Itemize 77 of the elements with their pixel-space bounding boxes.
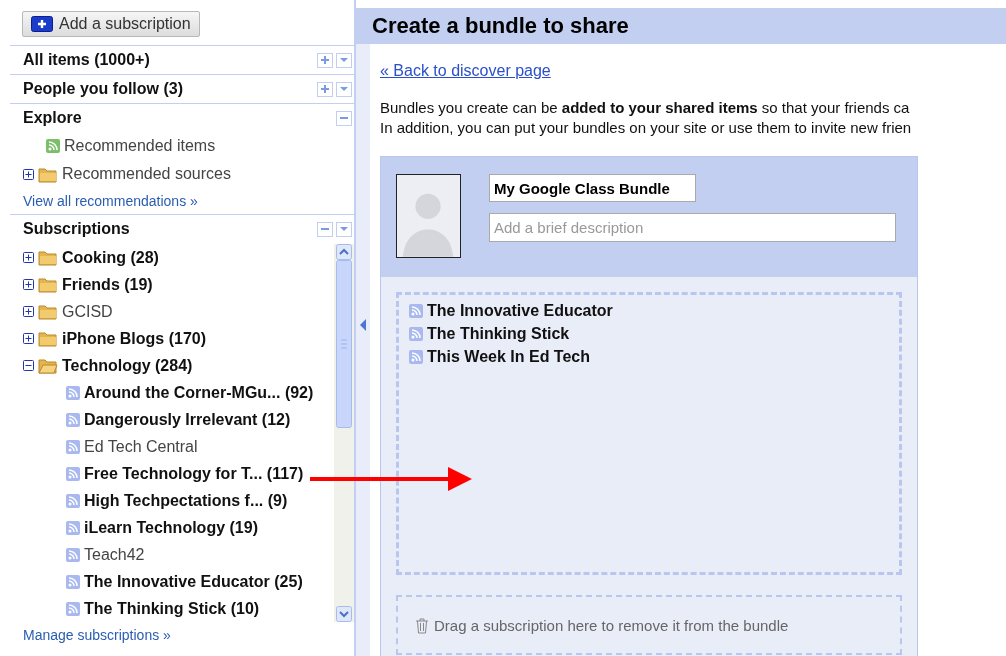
scrollbar[interactable] [334,244,354,622]
feed-label[interactable]: The Innovative Educator (25) [84,572,303,591]
page-title: Create a bundle to share [356,8,1006,44]
intro-text: In addition, you can put your bundles on your site or use them to invite new frien [380,119,912,136]
caret-icon [339,55,349,65]
section-title[interactable]: People you follow (3) [23,80,183,98]
folder-label[interactable]: GCISD [62,302,113,321]
open-folder-icon [38,357,58,374]
feed-icon [66,385,80,400]
section-title[interactable]: All items (1000+) [23,51,150,69]
folder-icon [38,303,58,320]
add-button[interactable] [317,81,333,97]
folder-label[interactable]: Cooking (28) [62,248,159,267]
feed-label[interactable]: Ed Tech Central [84,437,198,456]
expand-icon[interactable] [23,252,34,263]
feed-label[interactable]: High Techpectations f... (9) [84,491,288,510]
description-field[interactable]: Add a brief description [489,213,896,242]
feed-icon [46,139,60,153]
folder-icon [38,330,58,347]
scroll-thumb[interactable] [336,260,352,428]
collapse-icon[interactable] [23,360,34,371]
bundle-feed-label[interactable]: The Innovative Educator [427,301,613,320]
view-recommendations-link[interactable]: View all recommendations » [23,193,198,209]
feed-icon [66,466,80,481]
folder-label[interactable]: Recommended sources [62,165,231,183]
bundle-feed-label[interactable]: This Week In Ed Tech [427,347,590,366]
feed-icon [409,326,423,341]
folder-icon [38,165,58,183]
manage-subscriptions-link[interactable]: Manage subscriptions » [23,627,171,643]
bundle-feed-label[interactable]: The Thinking Stick [427,324,570,343]
feed-icon [409,349,423,364]
caret-icon [339,224,349,234]
collapse-button[interactable] [317,221,333,237]
feed-icon [409,303,423,318]
feed-icon [66,520,80,535]
feed-label[interactable]: The Thinking Stick (10) [84,599,260,618]
feed-label[interactable]: Free Technology for T... (117) [84,464,304,483]
folder-label[interactable]: iPhone Blogs (170) [62,329,207,348]
dropdown-button[interactable] [336,221,352,237]
section-title[interactable]: Explore [23,109,82,127]
back-link[interactable]: « Back to discover page [380,62,551,79]
dropdown-button[interactable] [336,81,352,97]
folder-label[interactable]: Friends (19) [62,275,153,294]
feed-label[interactable]: Recommended items [64,137,216,155]
feed-label[interactable]: iLearn Technology (19) [84,518,258,537]
plus-icon [31,16,53,32]
folder-icon [38,249,58,266]
feed-icon [66,601,80,616]
expand-icon[interactable] [23,279,34,290]
collapse-button[interactable] [336,110,352,126]
caret-icon [339,84,349,94]
bundle-name-field[interactable]: My Google Class Bundle [489,174,696,202]
expand-icon[interactable] [23,168,34,180]
plus-icon [320,84,330,94]
feed-icon [66,412,80,427]
expand-icon[interactable] [23,306,34,317]
scroll-up-icon[interactable] [336,244,352,260]
section-title[interactable]: Subscriptions [23,220,130,238]
collapse-sidebar-icon[interactable] [360,319,366,331]
folder-label[interactable]: Technology (284) [62,356,193,375]
plus-icon [320,55,330,65]
feed-label[interactable]: Dangerously Irrelevant (12) [84,410,291,429]
trash-icon [414,616,430,634]
feed-icon [66,439,80,454]
trash-hint: Drag a subscription here to remove it from the bundle [434,616,789,634]
expand-icon[interactable] [23,333,34,344]
intro-text: Bundles you create can be added to your shared items so that your friends ca [380,99,910,116]
feed-icon [66,493,80,508]
feed-icon [66,574,80,589]
feed-label[interactable]: Teach42 [84,545,145,564]
add-button[interactable] [317,52,333,68]
scroll-down-icon[interactable] [336,606,352,622]
feed-label[interactable]: Around the Corner-MGu... (92) [84,383,314,402]
add-subscription-button[interactable]: Add a subscription [22,11,200,37]
feed-icon [66,547,80,562]
dropdown-button[interactable] [336,52,352,68]
folder-icon [38,276,58,293]
